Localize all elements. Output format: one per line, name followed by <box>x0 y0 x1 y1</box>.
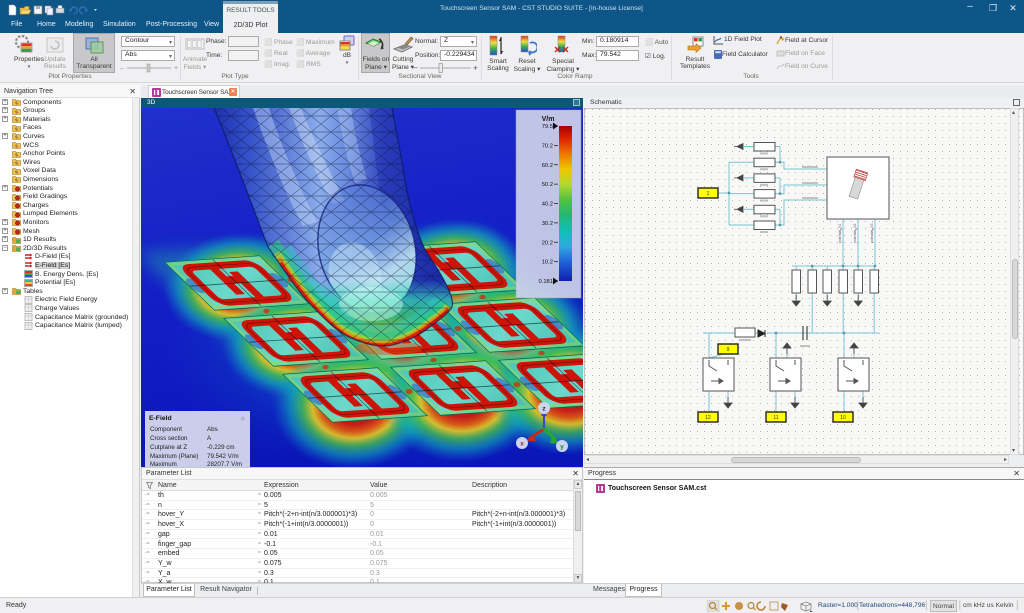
svg-text:x: x <box>520 441 524 448</box>
svg-text:potential_X1: potential_X1 <box>838 223 842 243</box>
svg-text:y: y <box>560 444 564 451</box>
svg-text:-0.229 cm: -0.229 cm <box>207 444 235 451</box>
svg-text:Maximum (Plane): Maximum (Plane) <box>150 453 198 460</box>
svg-text:12: 12 <box>705 415 711 421</box>
svg-text:V/m: V/m <box>542 116 555 123</box>
svg-text:⌂: ⌂ <box>241 416 245 422</box>
svg-text:10.2: 10.2 <box>542 260 553 266</box>
svg-text:9: 9 <box>727 347 730 353</box>
svg-text:60.2: 60.2 <box>542 163 553 169</box>
svg-text:1: 1 <box>707 191 710 197</box>
svg-text:Cross section: Cross section <box>150 435 188 442</box>
svg-text:30.2: 30.2 <box>542 221 553 227</box>
svg-text:10: 10 <box>840 415 846 421</box>
svg-text:+: + <box>473 64 478 73</box>
svg-text:Cutplane at Z: Cutplane at Z <box>150 444 187 451</box>
svg-text:79.542 V/m: 79.542 V/m <box>207 453 239 460</box>
svg-text:potential_X2: potential_X2 <box>853 223 857 243</box>
svg-text:–: – <box>413 63 418 72</box>
svg-text:20.2: 20.2 <box>542 240 553 246</box>
svg-text:50.2: 50.2 <box>542 182 553 188</box>
svg-text:–: – <box>120 65 124 72</box>
svg-text:0.181: 0.181 <box>538 279 553 285</box>
svg-text:potential_X3: potential_X3 <box>870 223 874 243</box>
svg-text:Abs: Abs <box>207 426 218 433</box>
svg-text:70.2: 70.2 <box>542 143 553 149</box>
svg-text:E-Field: E-Field <box>149 415 172 422</box>
svg-text:11: 11 <box>773 415 778 421</box>
svg-text:40.2: 40.2 <box>542 202 553 208</box>
svg-text:79.5: 79.5 <box>542 124 553 130</box>
svg-text:Component: Component <box>150 426 182 433</box>
